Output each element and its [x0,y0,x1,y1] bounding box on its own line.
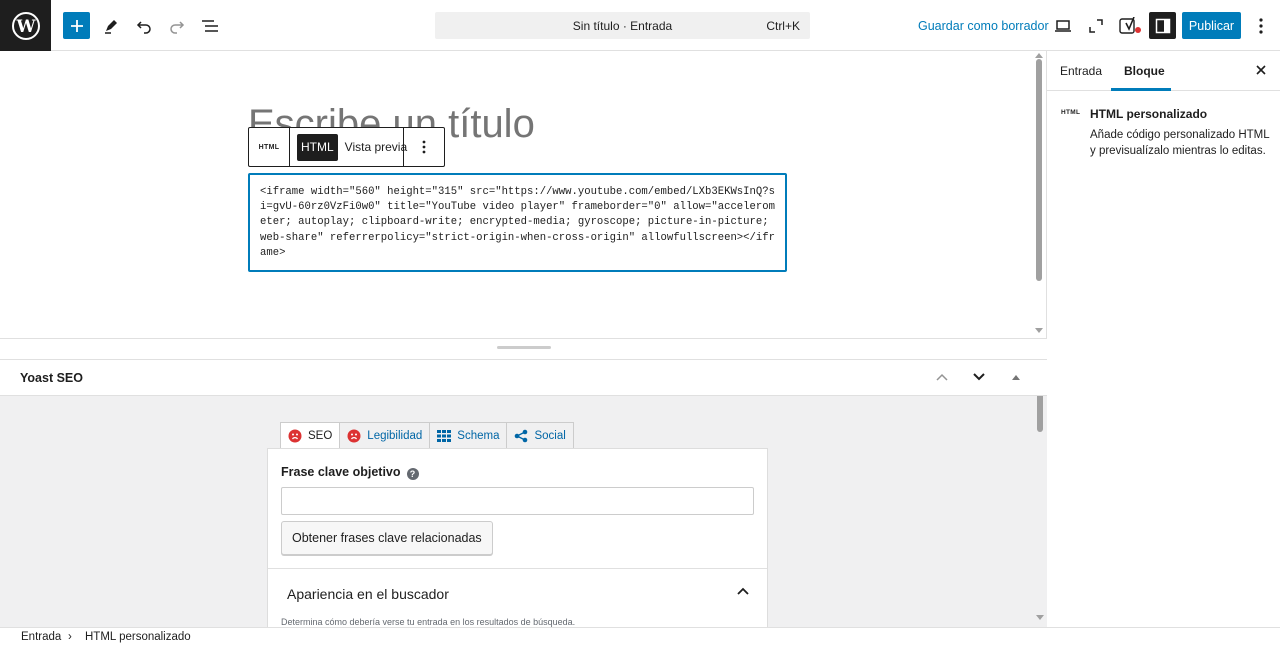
tab-schema-label: Schema [457,429,500,442]
pencil-icon [104,19,117,34]
block-card-description: Añade código personalizado HTML y previs… [1090,129,1270,157]
scroll-down-arrow[interactable] [1035,328,1043,333]
breadcrumb-separator: › [68,631,72,643]
sad-face-icon [347,429,361,442]
options-button[interactable] [1247,12,1274,39]
sidebar-icon [1155,18,1170,33]
chevron-up-icon[interactable] [936,373,948,381]
html-block-icon: HTML [258,143,280,151]
chevron-down-icon[interactable] [973,373,985,381]
tab-post[interactable]: Entrada [1060,64,1102,78]
get-related-keyphrases-button[interactable]: Obtener frases clave relacionadas [281,521,493,555]
fullscreen-button[interactable] [1082,12,1109,39]
html-block-icon: HTML [1061,109,1081,116]
tab-block[interactable]: Bloque [1124,64,1165,78]
html-tab[interactable]: HTML [297,133,338,161]
undo-button[interactable] [130,12,157,39]
yoast-tabs: SEO Legibilidad Schema Social [280,422,574,449]
tab-social-label: Social [534,429,566,442]
tab-seo-label: SEO [308,430,333,442]
yoast-metabox-body: SEO Legibilidad Schema Social Frase clav… [0,396,1047,627]
tab-readability[interactable]: Legibilidad [339,422,431,448]
sidebar-tabs: Entrada Bloque [1047,51,1280,91]
scroll-up-arrow[interactable] [1035,53,1043,58]
panel-divider [268,568,767,569]
yoast-metabox-header: Yoast SEO [0,359,1047,396]
metabox-title: Yoast SEO [20,371,83,385]
seo-panel: Frase clave objetivo? Obtener frases cla… [267,448,768,627]
block-type-button[interactable]: HTML [249,128,290,166]
search-appearance-title[interactable]: Apariencia en el buscador [287,586,449,602]
active-tab-indicator [1111,88,1171,91]
command-palette-bar[interactable]: Sin título · Entrada Ctrl+K [435,12,810,39]
command-shortcut: Ctrl+K [766,19,800,33]
svg-text:W: W [15,17,36,37]
list-view-icon [201,19,218,32]
scroll-down-arrow[interactable] [1036,615,1044,620]
add-block-button[interactable] [63,12,90,39]
help-icon[interactable]: ? [406,468,419,480]
block-card-title: HTML personalizado [1090,107,1208,121]
list-view-button[interactable] [196,12,223,39]
more-vertical-icon [1258,17,1263,34]
search-appearance-description: Determina cómo debería verse tu entrada … [281,617,576,627]
tab-seo[interactable]: SEO [280,422,341,449]
document-title: Sin título · Entrada [572,19,673,33]
publish-button[interactable]: Publicar [1182,12,1241,39]
share-icon [515,429,528,442]
undo-icon [136,20,151,34]
editor-scrollbar-thumb[interactable] [1036,59,1042,281]
tab-schema[interactable]: Schema [429,422,508,448]
plus-icon [70,19,83,32]
fullscreen-icon [1088,18,1103,33]
metabox-resize-handle[interactable] [497,346,551,349]
redo-icon [169,20,184,34]
grid-icon [437,429,452,442]
wordpress-logo-icon[interactable]: W [0,0,51,51]
sad-face-icon [288,429,302,443]
tab-social[interactable]: Social [506,422,574,448]
focus-keyphrase-input[interactable] [281,487,754,515]
more-vertical-icon [422,140,426,154]
editor-canvas: Escribe un título HTML HTML Vista previa… [0,51,1047,338]
preview-tab[interactable]: Vista previa [345,140,407,154]
save-draft-button[interactable]: Guardar como borrador [918,19,1049,33]
settings-sidebar-toggle[interactable] [1149,12,1176,39]
yoast-icon [1118,16,1141,34]
block-options-button[interactable] [403,128,444,166]
editor-header: W Sin título · Entrada Ctrl+K Guardar co… [0,0,1280,51]
tools-button[interactable] [97,12,124,39]
collapse-triangle-icon[interactable] [1012,374,1020,380]
focus-keyphrase-label-text: Frase clave objetivo [281,465,401,479]
yoast-button[interactable] [1116,12,1143,39]
metabox-scrollbar-thumb[interactable] [1037,396,1043,432]
preview-button[interactable] [1049,12,1076,39]
desktop-preview-icon [1054,19,1071,32]
focus-keyphrase-label: Frase clave objetivo? [281,465,419,480]
breadcrumb: Entrada › HTML personalizado [0,627,1280,647]
close-icon[interactable] [1254,63,1268,77]
redo-button[interactable] [163,12,190,39]
chevron-up-icon[interactable] [737,587,749,595]
breadcrumb-block[interactable]: HTML personalizado [85,631,191,643]
html-code-editor[interactable]: <iframe width="560" height="315" src="ht… [248,173,787,272]
settings-sidebar: Entrada Bloque HTML HTML personalizado A… [1047,51,1280,627]
canvas-divider [0,338,1047,339]
tab-readability-label: Legibilidad [367,429,423,442]
block-toolbar: HTML HTML Vista previa [248,127,445,167]
breadcrumb-post[interactable]: Entrada [21,631,61,643]
